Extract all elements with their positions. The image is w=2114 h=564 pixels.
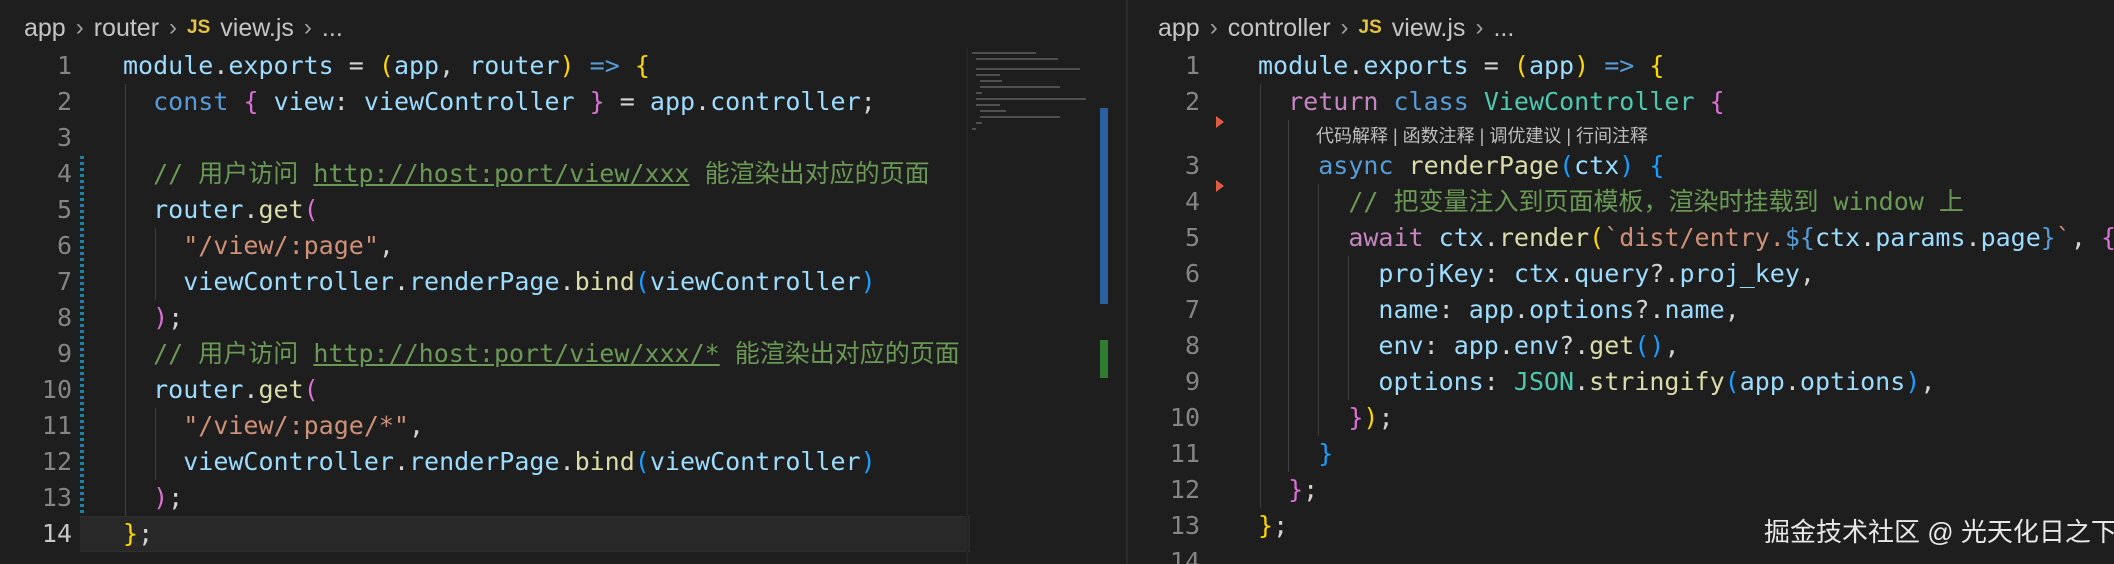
js-file-icon: JS (1358, 17, 1382, 38)
code-area-left[interactable]: 1 module.exports = (app, router) => { 2 c… (0, 48, 1126, 552)
code-line: 8 env: app.env?.get(), (1128, 328, 2114, 364)
line-number: 8 (56, 303, 72, 332)
chevron-right-icon: › (169, 14, 178, 41)
code-line: 11 } (1128, 436, 2114, 472)
codelens-actions[interactable]: 代码解释 | 函数注释 | 调优建议 | 行间注释 (1316, 124, 1648, 148)
scrollbar-change-marker (1100, 340, 1108, 378)
breadcrumb: app › router › JS view.js › ... (24, 10, 343, 46)
line-number: 1 (1184, 51, 1200, 80)
line-number: 11 (1169, 439, 1200, 468)
watermark: 掘金技术社区 @ 光天化日之下 (1764, 517, 2114, 547)
code-line: 13 ); (0, 480, 1126, 516)
code-line: 3 (0, 120, 1126, 156)
line-number: 10 (41, 375, 72, 404)
line-number: 14 (1169, 547, 1200, 564)
breadcrumb-item-app[interactable]: app (1158, 14, 1200, 43)
code-line: 9 options: JSON.stringify(app.options), (1128, 364, 2114, 400)
line-number: 4 (56, 159, 72, 188)
code-line: 6 "/view/:page", (0, 228, 1126, 264)
line-number: 5 (1184, 223, 1200, 252)
code-line: 7 name: app.options?.name, (1128, 292, 2114, 328)
minimap[interactable] (968, 48, 1104, 564)
scrollbar-change-marker (1100, 108, 1108, 304)
editor-pane-left[interactable]: app › router › JS view.js › ... 1 module.… (0, 0, 1126, 564)
line-number: 14 (41, 519, 72, 548)
js-file-icon: JS (187, 17, 211, 38)
code-line: 4 // 用户访问 http://host:port/view/xxx 能渲染出… (0, 156, 1126, 192)
code-line: 2 return class ViewController { (1128, 84, 2114, 120)
line-number: 2 (56, 87, 72, 116)
line-number: 13 (41, 483, 72, 512)
code-line: 2 const { view: viewController } = app.c… (0, 84, 1126, 120)
code-line: 8 ); (0, 300, 1126, 336)
code-line: 12 }; (1128, 472, 2114, 508)
line-number: 1 (56, 51, 72, 80)
line-number: 11 (41, 411, 72, 440)
code-line: 5 await ctx.render(`dist/entry.${ctx.par… (1128, 220, 2114, 256)
code-line: 3 async renderPage(ctx) { (1128, 148, 2114, 184)
code-line: 14}; (0, 516, 1126, 552)
breadcrumb-item-controller[interactable]: controller (1228, 14, 1331, 43)
line-number: 12 (41, 447, 72, 476)
code-line: 4 // 把变量注入到页面模板，渲染时挂载到 window 上 (1128, 184, 2114, 220)
breadcrumb-item-file[interactable]: view.js (220, 14, 294, 43)
breadcrumb: app › controller › JS view.js › ... (1158, 10, 1514, 46)
code-line: 7 viewController.renderPage.bind(viewCon… (0, 264, 1126, 300)
breadcrumb-item-more[interactable]: ... (322, 14, 343, 43)
line-number: 2 (1184, 87, 1200, 116)
chevron-right-icon: › (303, 14, 312, 41)
line-number: 6 (56, 231, 72, 260)
line-number: 7 (56, 267, 72, 296)
editor-pane-right[interactable]: app › controller › JS view.js › ... 1 mod… (1128, 0, 2114, 564)
code-line: 12 viewController.renderPage.bind(viewCo… (0, 444, 1126, 480)
breadcrumb-item-more[interactable]: ... (1493, 14, 1514, 43)
line-number: 13 (1169, 511, 1200, 540)
line-number: 9 (56, 339, 72, 368)
line-number: 8 (1184, 331, 1200, 360)
chevron-right-icon: › (1475, 14, 1484, 41)
code-line: 10 }); (1128, 400, 2114, 436)
line-number: 4 (1184, 187, 1200, 216)
code-line: 1 module.exports = (app) => { (1128, 48, 2114, 84)
code-line: 11 "/view/:page/*", (0, 408, 1126, 444)
breadcrumb-item-file[interactable]: view.js (1392, 14, 1466, 43)
line-number: 6 (1184, 259, 1200, 288)
line-number: 9 (1184, 367, 1200, 396)
code-line: 6 projKey: ctx.query?.proj_key, (1128, 256, 2114, 292)
code-line: 10 router.get( (0, 372, 1126, 408)
breadcrumb-item-router[interactable]: router (94, 14, 159, 43)
chevron-right-icon: › (1340, 14, 1349, 41)
line-number: 12 (1169, 475, 1200, 504)
code-line: 9 // 用户访问 http://host:port/view/xxx/* 能渲… (0, 336, 1126, 372)
chevron-right-icon: › (75, 14, 84, 41)
line-number: 5 (56, 195, 72, 224)
line-number: 3 (56, 123, 72, 152)
chevron-right-icon: › (1209, 14, 1218, 41)
line-number: 3 (1184, 151, 1200, 180)
breadcrumb-item-app[interactable]: app (24, 14, 66, 43)
code-line: 5 router.get( (0, 192, 1126, 228)
line-number: 7 (1184, 295, 1200, 324)
code-line: 1 module.exports = (app, router) => { (0, 48, 1126, 84)
line-number: 10 (1169, 403, 1200, 432)
